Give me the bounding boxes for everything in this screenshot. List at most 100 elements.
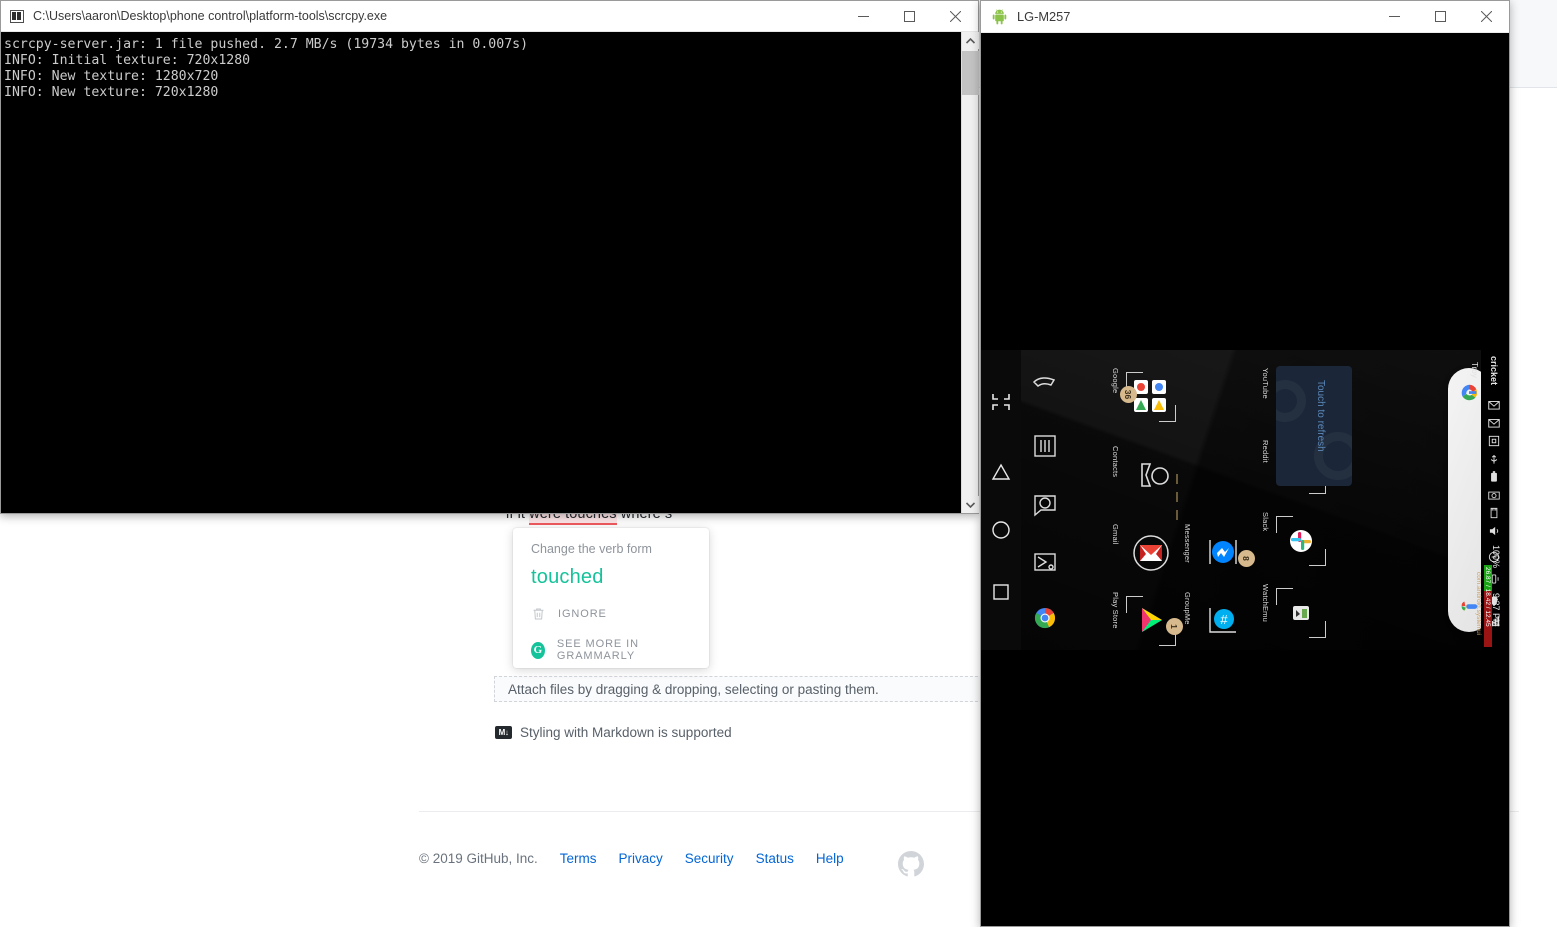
trash-icon (531, 606, 546, 622)
console-minimize-button[interactable] (840, 1, 886, 32)
app-badge-google: 36 (1120, 386, 1137, 403)
console-app-icon (10, 9, 24, 23)
app-icon-contacts[interactable] (1122, 446, 1180, 504)
usb-debug-icon (1487, 452, 1501, 466)
calculator-app-icon[interactable] (1027, 428, 1063, 464)
home-button-icon[interactable] (989, 518, 1013, 542)
app-icon-slack[interactable] (1272, 512, 1330, 570)
status-battery-percent: 100% (1491, 545, 1501, 569)
footer-link-security[interactable]: Security (685, 851, 734, 866)
scroll-down-arrow-icon[interactable] (962, 496, 979, 513)
chrome-app-icon[interactable] (1027, 600, 1063, 636)
grammarly-suggestion-word[interactable]: touched (531, 566, 691, 589)
app-badge-messenger: 8 (1238, 550, 1255, 567)
svg-text:#: # (1220, 612, 1228, 627)
console-window-controls (840, 1, 978, 32)
console-window-title: C:\Users\aaron\Desktop\phone control\pla… (33, 9, 388, 23)
app-label-play-store: Play Store (1111, 592, 1120, 629)
grammarly-logo-icon: G (531, 641, 545, 659)
grammarly-ignore-label: IGNORE (558, 608, 607, 620)
scrollbar-thumb[interactable] (962, 51, 979, 95)
console-line: INFO: New texture: 720x1280 (4, 85, 219, 100)
android-status-bar: cricket 100% 9:37 PM 26.87 / 18.42 / 12.… (1475, 350, 1509, 650)
battery-saver-icon (1487, 470, 1501, 484)
app-badge-play-store: 1 (1166, 618, 1183, 635)
collapse-nav-icon[interactable] (989, 390, 1013, 414)
markdown-icon: M↓ (495, 726, 512, 739)
gmail-notification-icon (1487, 398, 1501, 412)
home-screen-apps[interactable]: Google 36 Contacts Gmail Play Store 1 Me… (1076, 350, 1509, 650)
app-label-messenger: Messenger (1183, 524, 1192, 563)
performance-meter-overlay: 26.87 / 18.42 / 12.45 (1484, 565, 1492, 647)
grammarly-see-more-label: SEE MORE IN GRAMMARLY (556, 638, 639, 662)
status-carrier-label: cricket (1489, 356, 1499, 386)
back-button-icon[interactable] (989, 460, 1013, 484)
phone-maximize-button[interactable] (1417, 1, 1463, 32)
process-name-label: com.android.systemui (1475, 572, 1482, 636)
mail-notification-icon (1487, 416, 1501, 430)
app-label-contacts: Contacts (1111, 446, 1120, 478)
markdown-support-row: M↓ Styling with Markdown is supported (495, 725, 732, 740)
phone-window-controls (1371, 1, 1509, 32)
touch-to-refresh-label: Touch to refresh (1315, 380, 1326, 452)
console-line: scrcpy-server.jar: 1 file pushed. 2.7 MB… (4, 37, 529, 52)
messages-app-icon[interactable] (1027, 486, 1063, 522)
console-scrollbar[interactable] (961, 32, 979, 513)
footer-link-terms[interactable]: Terms (560, 851, 597, 866)
footer-link-help[interactable]: Help (816, 851, 844, 866)
app-icon-groupme[interactable]: # (1194, 592, 1252, 650)
meter-values-label: 26.87 / 18.42 / 12.45 (1484, 567, 1491, 627)
attach-files-dropzone[interactable]: Attach files by dragging & dropping, sel… (494, 676, 998, 702)
phone-close-button[interactable] (1463, 1, 1509, 32)
footer-copyright: © 2019 GitHub, Inc. (419, 851, 538, 866)
camera-notification-icon (1487, 488, 1501, 502)
grammarly-ignore-button[interactable]: IGNORE (531, 606, 691, 622)
android-dock[interactable] (1021, 350, 1067, 650)
footer-link-privacy[interactable]: Privacy (619, 851, 663, 866)
sdcard-icon (1487, 506, 1501, 520)
app-label-google: Google (1111, 368, 1120, 394)
android-robot-icon (992, 8, 1007, 25)
screen-root: if it were touches where s Attach files … (0, 0, 1557, 927)
grammarly-see-more-button[interactable]: G SEE MORE IN GRAMMARLY (531, 638, 691, 662)
google-g-icon (1458, 382, 1480, 404)
grammarly-suggestion-card[interactable]: Change the verb form touched IGNORE G SE… (513, 528, 709, 668)
app-label-gmail: Gmail (1111, 524, 1120, 545)
attach-files-hint: Attach files by dragging & dropping, sel… (508, 681, 879, 697)
recents-button-icon[interactable] (989, 580, 1013, 604)
terminal-app-icon[interactable] (1027, 544, 1063, 580)
console-output-area[interactable]: scrcpy-server.jar: 1 file pushed. 2.7 MB… (1, 32, 978, 513)
page-indicator-dashes (1176, 474, 1178, 532)
screenshot-notification-icon (1487, 434, 1501, 448)
app-label-slack: Slack (1261, 512, 1270, 532)
github-footer: © 2019 GitHub, Inc. Terms Privacy Securi… (419, 851, 844, 866)
weather-location-pin-label: Troy (1470, 362, 1479, 378)
android-mirror-window[interactable]: LG-M257 Google 36 Contacts Gmail Play St… (980, 0, 1510, 927)
phone-minimize-button[interactable] (1371, 1, 1417, 32)
volume-icon (1487, 524, 1501, 538)
console-maximize-button[interactable] (886, 1, 932, 32)
console-line: INFO: New texture: 1280x720 (4, 69, 219, 84)
phone-mirror-viewport[interactable]: Google 36 Contacts Gmail Play Store 1 Me… (981, 33, 1509, 926)
app-label-reddit: Reddit (1261, 440, 1270, 463)
app-label-youtube: YouTube (1261, 368, 1270, 399)
scrcpy-console-window[interactable]: C:\Users\aaron\Desktop\phone control\pla… (0, 0, 979, 514)
app-icon-gmail[interactable] (1122, 524, 1180, 582)
status-clock: 9:37 PM (1491, 593, 1501, 627)
app-label-groupme: GroupMe (1183, 592, 1192, 625)
android-navigation-bar[interactable] (981, 350, 1021, 650)
phone-title-bar[interactable]: LG-M257 (981, 1, 1509, 33)
phone-window-title: LG-M257 (1017, 9, 1071, 24)
console-close-button[interactable] (932, 1, 978, 32)
app-label-watchemu: WatchEmu (1261, 584, 1270, 622)
app-icon-watchemu[interactable] (1272, 584, 1330, 642)
footer-link-status[interactable]: Status (756, 851, 794, 866)
console-output-lines: scrcpy-server.jar: 1 file pushed. 2.7 MB… (1, 32, 978, 101)
device-screen[interactable]: Google 36 Contacts Gmail Play Store 1 Me… (981, 350, 1509, 650)
phone-app-icon[interactable] (1027, 370, 1063, 406)
touch-to-refresh-widget[interactable]: Touch to refresh (1276, 366, 1352, 486)
scroll-up-arrow-icon[interactable] (962, 32, 979, 49)
console-title-bar[interactable]: C:\Users\aaron\Desktop\phone control\pla… (1, 1, 978, 32)
markdown-support-label: Styling with Markdown is supported (520, 725, 732, 740)
console-line: INFO: Initial texture: 720x1280 (4, 53, 251, 68)
